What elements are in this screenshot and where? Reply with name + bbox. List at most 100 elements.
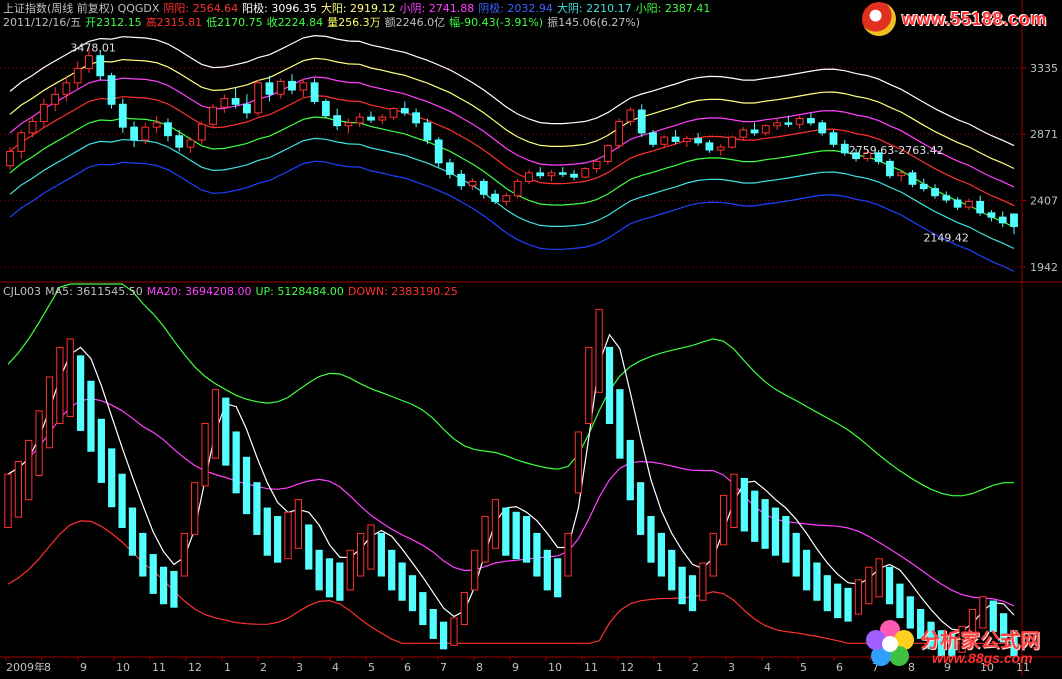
candle-body-72 [818,122,827,134]
volume-bar-8 [87,380,95,452]
time-tick-label-10: 5 [368,661,375,674]
price-tick-label-2: 2871 [1030,128,1058,141]
volume-bar-57 [595,308,603,393]
candle-body-13 [152,122,161,128]
volume-bar-14 [149,554,157,594]
indicator-info-0: CJL003 [3,285,42,298]
volume-bar-0 [4,473,12,528]
candle-body-66 [750,129,759,134]
time-tick-label-18: 1 [656,661,663,674]
volume-bar-9 [97,418,105,483]
candle-body-68 [773,122,782,127]
candle-body-5 [62,82,71,95]
time-tick-label-11: 6 [404,661,411,674]
candle-body-79 [897,172,906,177]
candle-body-80 [908,172,917,185]
volume-bar-61 [637,482,645,535]
candle-body-33 [378,116,387,121]
volume-bar-22 [232,431,240,494]
volume-bar-3 [35,410,43,476]
volume-bar-49 [512,511,520,560]
volume-bar-54 [564,532,572,577]
candle-body-82 [931,188,939,197]
candle-body-31 [355,116,364,124]
price-annotation-0: 3478.01 [70,41,116,54]
candle-body-88 [998,216,1007,224]
volume-bar-30 [315,549,323,591]
indicator-info-2: MA20: 3694208.00 [146,285,252,298]
volume-bar-64 [668,549,676,591]
volume-bar-55 [574,431,583,494]
candle-body-24 [276,80,285,95]
candle-body-9 [107,75,116,105]
volume-bar-53 [554,558,562,598]
candle-body-57 [649,132,657,145]
candle-body-60 [682,138,691,142]
volume-bar-68 [709,532,717,577]
candle-body-48 [547,172,556,177]
price-tick-label-1: 2407 [1030,194,1058,207]
candle-body-41 [468,180,477,187]
price-tick-label-3: 3335 [1030,62,1058,75]
candle-body-26 [299,82,308,91]
candle-body-28 [321,100,330,117]
time-tick-label-5: 12 [188,661,202,674]
chart-canvas[interactable]: 19422407287133353478.012759.63-2763.4221… [0,0,1062,676]
volume-bar-44 [460,592,468,626]
candle-body-17 [197,123,206,141]
volume-bar-23 [242,456,251,515]
price-info-5: 阴极: 2032.94 [478,2,553,15]
candle-body-44 [502,195,511,202]
volume-bar-77 [802,549,811,591]
candle-body-18 [209,106,217,125]
volume-bar-73 [761,499,769,549]
volume-bar-7 [76,355,85,431]
time-tick-label-15: 10 [548,661,562,674]
volume-bar-40 [419,592,427,626]
volume-bar-39 [408,575,417,612]
candle-body-55 [626,109,635,122]
indicator-info-1: MA5: 3611545.50 [45,285,143,298]
price-info-bar: 上证指数(周线 前复权) QQGDX 阴阳: 2564.64 阳极: 3096.35… [3,2,714,15]
candle-body-50 [570,173,578,178]
volume-bar-71 [740,477,748,532]
candle-body-27 [310,82,319,102]
ohlc-info-8: 振145.06(6.27%) [547,16,641,29]
volume-bar-69 [719,494,728,546]
time-tick-label-22: 5 [800,661,807,674]
volume-bar-19 [201,423,209,487]
indicator-info-bar: CJL003 MA5: 3611545.50 MA20: 3694208.00 UP:… [3,285,462,298]
candle-body-70 [795,118,804,125]
volume-bar-26 [274,516,282,563]
volume-bar-6 [66,338,74,418]
ohlc-info-1: 开2312.15 [85,16,142,29]
volume-bar-38 [398,562,406,601]
candle-body-56 [637,109,646,134]
candle-body-23 [265,82,274,95]
price-annotation-2: 2149.42 [923,231,969,244]
volume-bar-11 [118,473,126,528]
volume-bar-35 [367,524,375,570]
logo-site-text: www.88gs.com [932,650,1033,666]
volume-bar-76 [792,532,800,577]
candle-body-0 [6,150,14,167]
volume-bar-79 [823,575,831,612]
volume-bar-43 [450,617,458,646]
candle-body-2 [28,120,37,134]
candle-body-11 [130,126,138,141]
flower-logo-icon [866,620,914,666]
candle-body-86 [976,200,985,214]
price-info-1: 阴阳: 2564.64 [163,2,239,15]
volume-bar-59 [616,389,624,459]
time-tick-label-17: 12 [620,661,634,674]
candle-body-62 [705,142,714,151]
volume-bar-80 [834,583,842,619]
candle-body-81 [919,183,928,190]
volume-bar-65 [678,566,686,605]
time-tick-label-16: 11 [584,661,598,674]
candle-body-14 [164,122,172,137]
volume-bar-33 [346,549,354,591]
volume-bar-18 [191,482,199,535]
candle-body-7 [85,55,93,70]
candle-body-29 [333,115,342,127]
